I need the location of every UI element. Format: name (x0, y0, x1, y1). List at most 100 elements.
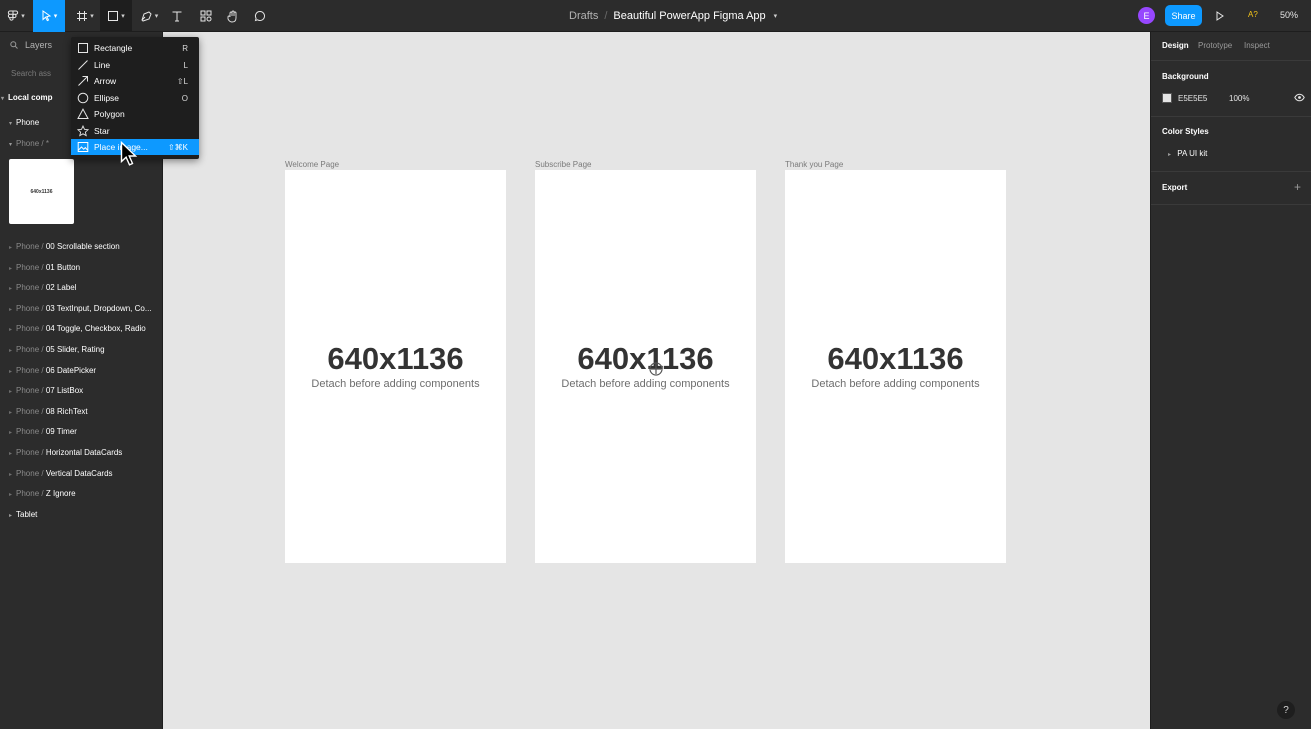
background-opacity-input[interactable]: 100% (1229, 94, 1249, 103)
group-tablet[interactable]: ▸ Tablet (9, 510, 37, 519)
caret-down-icon: ▾ (9, 121, 13, 127)
menu-item-rectangle[interactable]: Rectangle R (71, 40, 199, 56)
layer-row[interactable]: ▸ Phone / 00 Scrollable section (9, 242, 120, 251)
layer-row[interactable]: ▸ Phone / Vertical DataCards (9, 469, 113, 478)
frame-thankyou-page[interactable]: 640x1136 Detach before adding components (785, 170, 1006, 563)
tab-layers[interactable]: Layers (25, 40, 52, 50)
layer-prefix: Phone / (16, 324, 46, 333)
resources-button[interactable] (195, 0, 217, 32)
comment-icon (254, 10, 265, 22)
move-tool-button[interactable]: ▾ (33, 0, 65, 32)
component-thumbnail[interactable]: 640x1136 (9, 159, 74, 224)
color-style-item[interactable]: ▸ PA UI kit (1168, 149, 1207, 158)
menu-item-label: Ellipse (94, 93, 120, 103)
mouse-pointer-icon (120, 141, 138, 166)
right-panel: Design Prototype Inspect Background E5E5… (1150, 32, 1311, 729)
layer-prefix: Phone / (16, 448, 46, 457)
crosshair-icon (649, 362, 663, 376)
main-menu-button[interactable]: ▾ (0, 0, 32, 32)
canvas[interactable]: Welcome Page 640x1136 Detach before addi… (163, 32, 1150, 729)
tab-prototype[interactable]: Prototype (1198, 41, 1232, 50)
layer-row[interactable]: ▸ Phone / 01 Button (9, 263, 80, 272)
layer-row[interactable]: ▸ Phone / 08 RichText (9, 407, 88, 416)
caret-right-icon: ▸ (9, 348, 13, 354)
layer-name: 02 Label (45, 283, 77, 292)
assets-search-input[interactable]: Search ass (11, 69, 51, 78)
image-icon (77, 142, 89, 152)
polygon-icon (77, 108, 89, 119)
missing-fonts-button[interactable]: A? (1248, 10, 1258, 19)
chevron-down-icon: ▾ (53, 13, 58, 20)
text-tool-button[interactable] (166, 0, 188, 32)
frame-icon (77, 11, 88, 21)
menu-item-ellipse[interactable]: Ellipse O (71, 90, 199, 106)
background-color-swatch[interactable] (1162, 93, 1172, 103)
layer-name: 07 ListBox (45, 386, 84, 395)
frame-label-welcome[interactable]: Welcome Page (285, 160, 339, 169)
shape-tool-button[interactable]: ▾ (100, 0, 132, 32)
frame-subtitle: Detach before adding components (311, 378, 480, 390)
menu-item-line[interactable]: Line L (71, 57, 199, 73)
layer-row[interactable]: ▸ Phone / 09 Timer (9, 427, 77, 436)
frame-tool-button[interactable]: ▾ (70, 0, 100, 32)
file-title-area: Drafts / Beautiful PowerApp Figma App ▾ (569, 0, 777, 32)
add-export-icon[interactable]: + (1294, 180, 1301, 194)
menu-item-label: Rectangle (94, 43, 133, 53)
caret-right-icon: ▸ (9, 389, 13, 395)
rectangle-icon (78, 43, 88, 53)
layer-row[interactable]: ▸ Phone / 07 ListBox (9, 386, 83, 395)
figma-app: ▾ ▾ ▾ ▾ ▾ Drafts / Beautiful PowerApp Fi… (0, 0, 1311, 729)
present-button[interactable] (1215, 9, 1225, 27)
frame-label-subscribe[interactable]: Subscribe Page (535, 160, 591, 169)
chevron-down-icon[interactable]: ▾ (774, 12, 778, 20)
export-section-title: Export (1162, 183, 1188, 192)
layer-name: 03 TextInput, Dropdown, Co... (45, 304, 152, 313)
layer-row[interactable]: ▸ Phone / 02 Label (9, 283, 77, 292)
layer-row[interactable]: ▸ Phone / 03 TextInput, Dropdown, Co... (9, 304, 152, 313)
avatar[interactable]: E (1138, 7, 1155, 24)
local-components-header[interactable]: ▾ Local comp (1, 93, 52, 102)
layer-row[interactable]: ▸ Phone / 04 Toggle, Checkbox, Radio (9, 324, 146, 333)
background-hex-input[interactable]: E5E5E5 (1178, 94, 1207, 103)
layer-prefix: Phone / (16, 345, 46, 354)
file-title[interactable]: Beautiful PowerApp Figma App (613, 10, 765, 22)
layer-row[interactable]: ▸ Phone / Z Ignore (9, 489, 76, 498)
subgroup-phone[interactable]: ▾ Phone / * (9, 139, 49, 148)
menu-item-star[interactable]: Star (71, 123, 199, 139)
play-icon (1216, 11, 1224, 21)
layer-prefix: Phone / (16, 242, 46, 251)
layer-row[interactable]: ▸ Phone / Horizontal DataCards (9, 448, 122, 457)
zoom-menu[interactable]: 50% (1280, 10, 1298, 20)
color-styles-title: Color Styles (1162, 127, 1209, 136)
layer-prefix: Phone / (16, 469, 46, 478)
background-section-title: Background (1162, 72, 1209, 81)
tab-inspect[interactable]: Inspect (1244, 41, 1270, 50)
hand-tool-button[interactable] (222, 0, 244, 32)
layer-name: Z Ignore (45, 489, 76, 498)
frame-label-thankyou[interactable]: Thank you Page (785, 160, 843, 169)
menu-item-polygon[interactable]: Polygon (71, 106, 199, 122)
share-button[interactable]: Share (1165, 5, 1202, 26)
layer-name: 06 DatePicker (45, 366, 97, 375)
breadcrumb-drafts[interactable]: Drafts (569, 10, 598, 22)
subgroup-phone-label: Phone / * (16, 139, 49, 148)
layer-prefix: Phone / (16, 386, 46, 395)
chevron-down-icon: ▾ (90, 13, 94, 20)
layer-name: 05 Slider, Rating (45, 345, 105, 354)
pen-tool-button[interactable]: ▾ (134, 0, 164, 32)
comment-tool-button[interactable] (249, 0, 271, 32)
layer-row[interactable]: ▸ Phone / 06 DatePicker (9, 366, 96, 375)
eye-icon[interactable] (1294, 93, 1305, 102)
arrow-icon (78, 76, 88, 86)
layer-row[interactable]: ▸ Phone / 05 Slider, Rating (9, 345, 105, 354)
star-icon (77, 125, 89, 137)
help-button[interactable]: ? (1277, 701, 1295, 719)
frame-welcome-page[interactable]: 640x1136 Detach before adding components (285, 170, 506, 563)
thumbnail-label: 640x1136 (30, 188, 53, 195)
group-phone[interactable]: ▾ Phone (9, 118, 39, 127)
tab-design[interactable]: Design (1162, 41, 1189, 50)
frame-subscribe-page[interactable]: 640x1136 Detach before adding components (535, 170, 756, 563)
menu-item-arrow[interactable]: Arrow ⇧L (71, 73, 199, 89)
layer-prefix: Phone / (16, 263, 46, 272)
menu-item-shortcut: R (182, 43, 188, 53)
